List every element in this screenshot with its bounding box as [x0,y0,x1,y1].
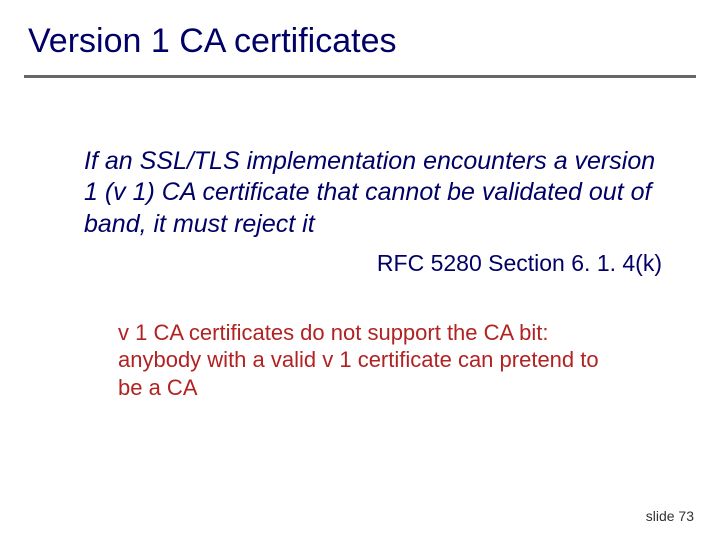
slide-title: Version 1 CA certificates [0,0,720,75]
title-underline [24,75,696,78]
slide: Version 1 CA certificates If an SSL/TLS … [0,0,720,540]
quote-text: If an SSL/TLS implementation encounters … [84,146,662,240]
explanatory-note: v 1 CA certificates do not support the C… [118,319,610,402]
quote-citation: RFC 5280 Section 6. 1. 4(k) [0,250,662,277]
slide-number: slide 73 [646,508,694,524]
